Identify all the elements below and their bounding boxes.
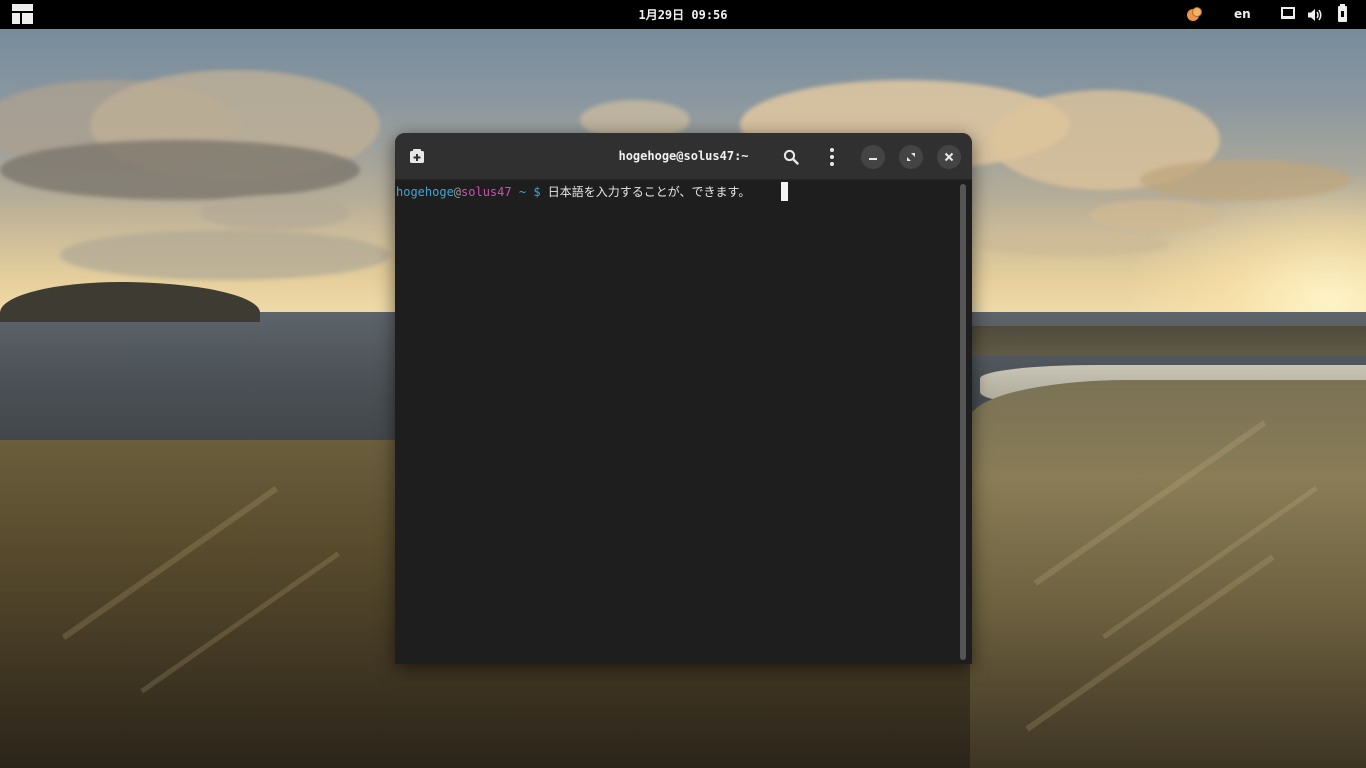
prompt-symbol: $ bbox=[533, 185, 541, 199]
prompt-at: @ bbox=[453, 185, 462, 199]
terminal-output[interactable]: hogehoge@solus47 ~ $ 日本語を入力することが、できます。 bbox=[395, 180, 972, 664]
maximize-icon bbox=[907, 153, 915, 161]
prompt-line: hogehoge@solus47 ~ $ 日本語を入力することが、できます。 bbox=[396, 185, 750, 199]
volume-icon[interactable] bbox=[1307, 7, 1323, 21]
terminal-window: hogehoge@solus47:~ hogehoge@solus47 ~ $ … bbox=[395, 133, 972, 664]
search-icon[interactable] bbox=[783, 149, 799, 165]
close-button[interactable] bbox=[937, 145, 961, 169]
prompt-user: hogehoge bbox=[396, 185, 454, 199]
prompt-path: ~ bbox=[518, 185, 527, 199]
language-indicator[interactable]: en bbox=[1234, 7, 1251, 21]
text-cursor bbox=[781, 182, 788, 201]
prompt-host: solus47 bbox=[461, 185, 512, 199]
minimize-icon bbox=[869, 158, 877, 160]
clock-label[interactable]: 1月29日 09:56 bbox=[638, 8, 727, 22]
scrollbar[interactable] bbox=[960, 184, 966, 660]
display-icon[interactable] bbox=[1281, 7, 1295, 19]
app-indicator-icon[interactable] bbox=[1187, 7, 1203, 22]
terminal-headerbar: hogehoge@solus47:~ bbox=[395, 133, 972, 180]
minimize-button[interactable] bbox=[861, 145, 885, 169]
close-icon bbox=[944, 152, 954, 162]
clock: 1月29日 09:56 bbox=[0, 6, 1366, 23]
top-panel: 1月29日 09:56 en bbox=[0, 0, 1366, 29]
more-menu-icon[interactable] bbox=[830, 148, 834, 166]
battery-icon[interactable] bbox=[1338, 4, 1347, 22]
maximize-button[interactable] bbox=[899, 145, 923, 169]
command-text: 日本語を入力することが、できます。 bbox=[547, 185, 751, 199]
window-title: hogehoge@solus47:~ bbox=[618, 149, 749, 163]
